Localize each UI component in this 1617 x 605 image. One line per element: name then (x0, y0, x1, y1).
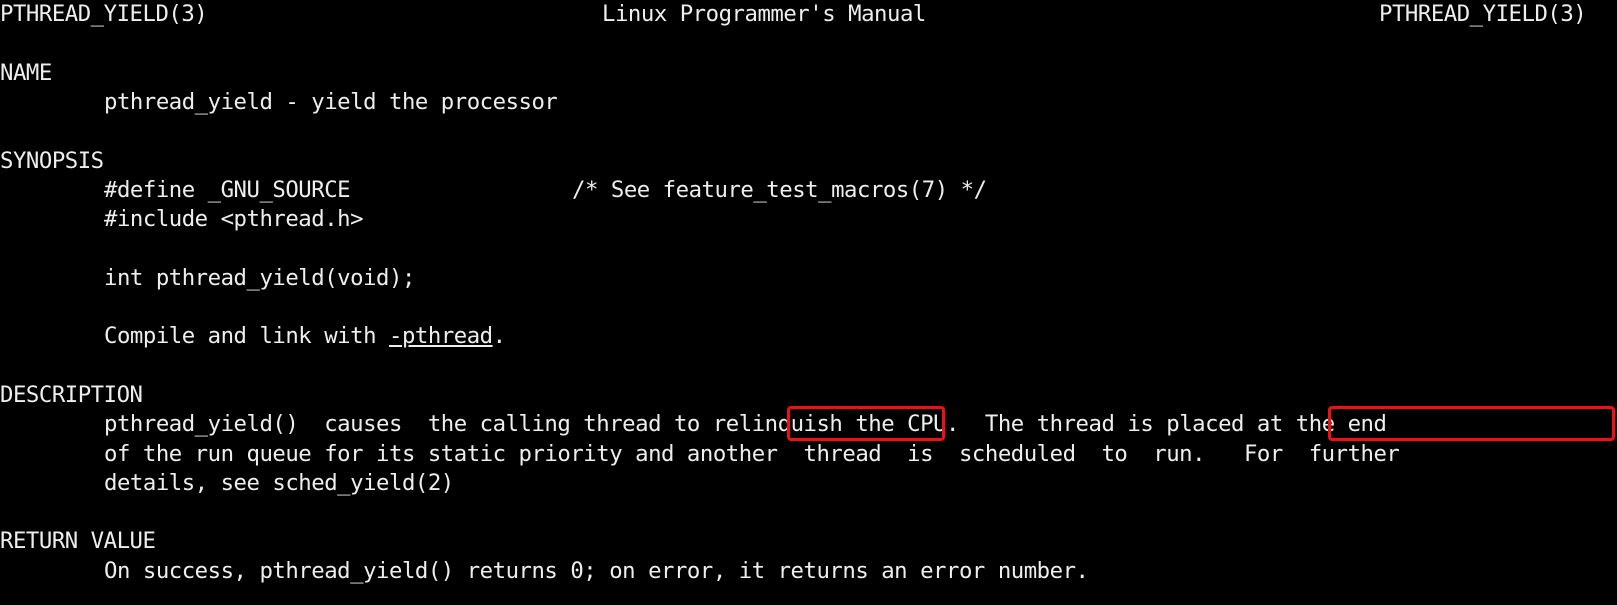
section-heading-description: DESCRIPTION (0, 381, 143, 408)
synopsis-define-comment: /* See feature_test_macros(7) */ (572, 176, 987, 203)
terminal-man-page: PTHREAD_YIELD(3) Linux Programmer's Manu… (0, 0, 1617, 605)
synopsis-include: #include <pthread.h> (104, 206, 364, 233)
description-line-1: pthread_yield() causes the calling threa… (104, 410, 1387, 439)
man-header-center: Linux Programmer's Manual (602, 1, 926, 27)
description-text-c: the CPU. The thread is (842, 411, 1167, 438)
highlighted-term-placed-at-the-end: placed at the end (1166, 411, 1387, 438)
name-body: pthread_yield - yield the processor (104, 88, 558, 115)
synopsis-define: #define _GNU_SOURCE (104, 176, 351, 203)
section-heading-return-value: RETURN VALUE (0, 528, 156, 555)
highlighted-term-relinquish: relinquish (712, 411, 843, 438)
compile-prefix: Compile and link with (104, 323, 389, 350)
man-header-right: PTHREAD_YIELD(3) (1379, 1, 1587, 27)
synopsis-compile-line: Compile and link with -pthread. (104, 322, 506, 351)
return-value-body: On success, pthread_yield() returns 0; o… (104, 557, 1089, 584)
synopsis-prototype: int pthread_yield(void); (104, 264, 415, 291)
description-line-2: of the run queue for its static priority… (104, 440, 1400, 467)
section-heading-synopsis: SYNOPSIS (0, 147, 104, 174)
compile-suffix: . (492, 323, 506, 350)
section-heading-name: NAME (0, 59, 52, 86)
compile-flag-pthread: -pthread (389, 323, 493, 350)
man-header-left: PTHREAD_YIELD(3) (0, 1, 208, 27)
description-line-3: details, see sched_yield(2) (104, 469, 454, 496)
description-text-a: pthread_yield() causes the calling threa… (104, 411, 713, 438)
